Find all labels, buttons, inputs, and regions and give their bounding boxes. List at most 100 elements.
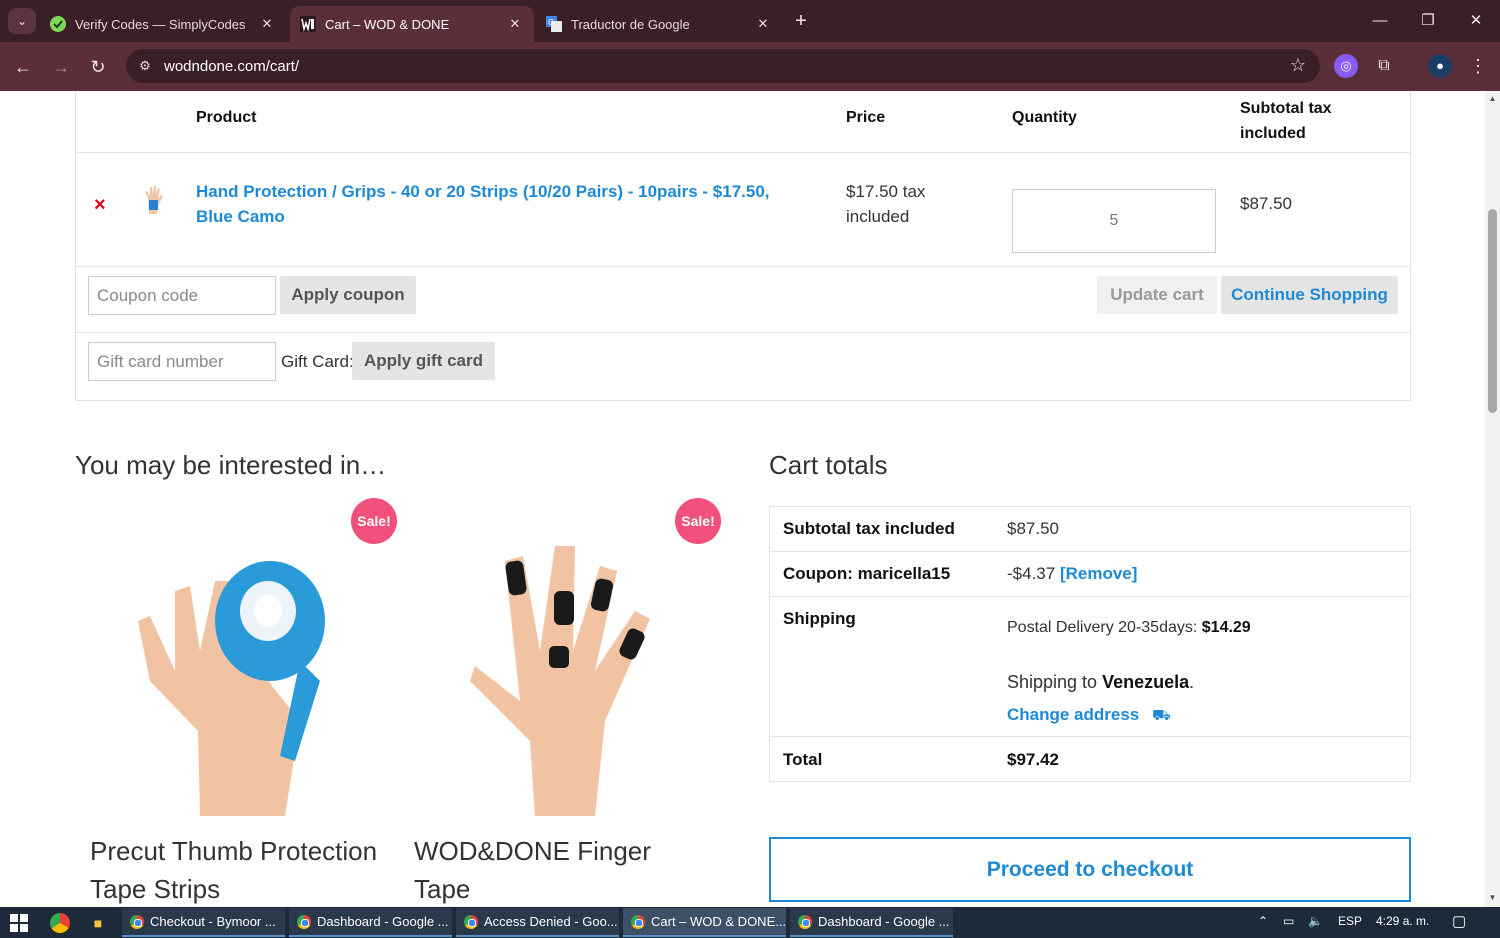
continue-shopping-button[interactable]: Continue Shopping bbox=[1221, 276, 1398, 314]
divider bbox=[770, 596, 1410, 597]
avatar[interactable]: ● bbox=[1428, 54, 1452, 78]
divider bbox=[76, 266, 1410, 267]
google-translate-icon: G bbox=[546, 16, 562, 32]
taskbar-window-label: Access Denied - Goo... bbox=[484, 914, 618, 929]
coupon-row: -$4.37 [Remove] bbox=[1007, 564, 1137, 584]
forward-icon[interactable]: → bbox=[48, 54, 74, 80]
gift-card-input[interactable]: Gift card number bbox=[88, 342, 276, 381]
taskbar: ■ Checkout - Bymoor ... Dashboard - Goog… bbox=[0, 907, 1500, 938]
coupon-value: -$4.37 bbox=[1007, 564, 1056, 583]
address-bar[interactable]: ⚙ wodndone.com/cart/ ☆ bbox=[126, 49, 1320, 83]
tab-google-translate[interactable]: G Traductor de Google ✕ bbox=[536, 6, 782, 42]
tray-chevron-icon[interactable]: ⌃ bbox=[1258, 914, 1268, 928]
svg-text:G: G bbox=[548, 18, 554, 27]
upsell-title: You may be interested in… bbox=[75, 450, 387, 480]
page-scrollbar[interactable]: ▲ ▼ bbox=[1485, 91, 1500, 907]
menu-icon[interactable]: ⋮ bbox=[1466, 54, 1490, 78]
coupon-input[interactable]: Coupon code bbox=[88, 276, 276, 315]
puzzle-icon[interactable]: ⧉ bbox=[1372, 54, 1396, 78]
divider bbox=[770, 551, 1410, 552]
site-info-icon[interactable]: ⚙ bbox=[136, 57, 154, 75]
chrome-icon bbox=[631, 914, 645, 929]
total-label: Total bbox=[783, 750, 823, 769]
divider bbox=[76, 332, 1410, 333]
bookmark-star-icon[interactable]: ☆ bbox=[1290, 55, 1306, 76]
taskbar-window-label: Dashboard - Google ... bbox=[317, 914, 449, 929]
extension-icon[interactable]: ◎ bbox=[1334, 54, 1358, 78]
restore-icon[interactable]: ❐ bbox=[1413, 8, 1443, 34]
tab-cart[interactable]: Cart – WOD & DONE ✕ bbox=[290, 6, 534, 42]
window-close-icon[interactable]: ✕ bbox=[1461, 8, 1491, 34]
remove-coupon-link[interactable]: [Remove] bbox=[1060, 564, 1137, 583]
shipping-method-label: Postal Delivery 20-35days: bbox=[1007, 619, 1198, 636]
product-thumbnail[interactable] bbox=[140, 184, 166, 218]
finger-tape-image[interactable] bbox=[455, 541, 665, 816]
product-price: $17.50 tax included bbox=[846, 182, 926, 226]
notifications-icon[interactable]: ▢ bbox=[1452, 912, 1466, 930]
header-subtotal: Subtotal tax included bbox=[1240, 100, 1332, 142]
cart-totals-table: Subtotal tax included $87.50 Coupon: mar… bbox=[769, 506, 1411, 782]
language-indicator[interactable]: ESP bbox=[1338, 914, 1362, 928]
tab-search-button[interactable]: ⌄ bbox=[8, 8, 36, 34]
tab-simplycodes[interactable]: Verify Codes — SimplyCodes ✕ bbox=[40, 6, 286, 42]
taskbar-window[interactable]: Access Denied - Goo... bbox=[456, 908, 619, 937]
taskbar-window[interactable]: Dashboard - Google ... bbox=[289, 908, 452, 937]
shipping-label: Shipping bbox=[783, 609, 856, 628]
scroll-down-icon[interactable]: ▼ bbox=[1488, 893, 1497, 903]
url-text[interactable]: wodndone.com/cart/ bbox=[164, 58, 299, 75]
taskbar-window-label: Cart – WOD & DONE... bbox=[651, 914, 786, 929]
change-address-row: Change address ⛟ bbox=[1007, 705, 1171, 726]
taskbar-window-active[interactable]: Cart – WOD & DONE... bbox=[623, 908, 786, 937]
tab-strip: ⌄ Verify Codes — SimplyCodes ✕ Cart – WO… bbox=[0, 0, 1500, 42]
change-address-link[interactable]: Change address bbox=[1007, 705, 1139, 724]
clock[interactable]: 4:29 a. m. bbox=[1376, 914, 1429, 928]
close-icon[interactable]: ✕ bbox=[506, 16, 524, 32]
network-icon[interactable]: ▭ bbox=[1283, 914, 1294, 928]
chrome-icon bbox=[297, 914, 311, 929]
shipping-country: Venezuela bbox=[1102, 672, 1190, 692]
truck-icon[interactable]: ⛟ bbox=[1152, 707, 1171, 724]
taskbar-window[interactable]: Checkout - Bymoor ... bbox=[122, 908, 285, 937]
taskbar-window-label: Checkout - Bymoor ... bbox=[150, 914, 276, 929]
upsell-product-name[interactable]: WOD&DONE Finger Tape bbox=[414, 832, 714, 907]
browser-toolbar: ← → ↻ ⚙ wodndone.com/cart/ ☆ ◎ ⧉ ● ⋮ bbox=[0, 42, 1500, 91]
sale-badge: Sale! bbox=[351, 498, 397, 544]
scroll-up-icon[interactable]: ▲ bbox=[1488, 94, 1497, 104]
volume-icon[interactable]: 🔈 bbox=[1308, 914, 1323, 928]
page-content: Product Price Quantity Subtotal tax incl… bbox=[0, 91, 1485, 907]
tab-title: Traductor de Google bbox=[571, 16, 690, 32]
remove-item-button[interactable]: × bbox=[94, 194, 106, 217]
back-icon[interactable]: ← bbox=[10, 54, 36, 80]
chrome-icon bbox=[130, 914, 144, 929]
product-name-link[interactable]: Hand Protection / Grips - 40 or 20 Strip… bbox=[196, 179, 806, 229]
tape-strips-image[interactable] bbox=[120, 531, 350, 816]
gift-card-label: Gift Card: bbox=[281, 352, 354, 371]
total-value: $97.42 bbox=[1007, 750, 1059, 769]
minimize-icon[interactable]: — bbox=[1365, 8, 1395, 34]
close-icon[interactable]: ✕ bbox=[258, 16, 276, 32]
cart-totals-title: Cart totals bbox=[769, 450, 888, 480]
reload-icon[interactable]: ↻ bbox=[85, 54, 111, 80]
subtotal-value: $87.50 bbox=[1007, 519, 1059, 538]
close-icon[interactable]: ✕ bbox=[754, 16, 772, 32]
taskbar-window[interactable]: Dashboard - Google ... bbox=[790, 908, 953, 937]
windows-start-icon[interactable] bbox=[10, 914, 28, 932]
header-product: Product bbox=[196, 109, 257, 126]
chrome-icon[interactable] bbox=[50, 913, 70, 933]
scroll-thumb[interactable] bbox=[1488, 209, 1497, 413]
shipping-to-label: Shipping to bbox=[1007, 672, 1098, 692]
shipping-cost: $14.29 bbox=[1201, 619, 1251, 636]
subtotal-label: Subtotal tax included bbox=[783, 519, 955, 538]
upsell-product-name[interactable]: Precut Thumb Protection Tape Strips bbox=[90, 832, 380, 907]
proceed-to-checkout-button[interactable]: Proceed to checkout bbox=[769, 837, 1411, 902]
apply-gift-card-button[interactable]: Apply gift card bbox=[352, 342, 495, 380]
new-tab-button[interactable]: + bbox=[790, 10, 812, 32]
chrome-icon bbox=[798, 914, 812, 929]
file-explorer-icon[interactable]: ■ bbox=[88, 913, 108, 933]
chrome-icon bbox=[464, 914, 478, 929]
apply-coupon-button[interactable]: Apply coupon bbox=[280, 276, 416, 314]
header-price: Price bbox=[846, 109, 886, 126]
quantity-input[interactable]: 5 bbox=[1012, 189, 1216, 253]
update-cart-button[interactable]: Update cart bbox=[1097, 276, 1217, 314]
coupon-label: Coupon: maricella15 bbox=[783, 564, 951, 583]
